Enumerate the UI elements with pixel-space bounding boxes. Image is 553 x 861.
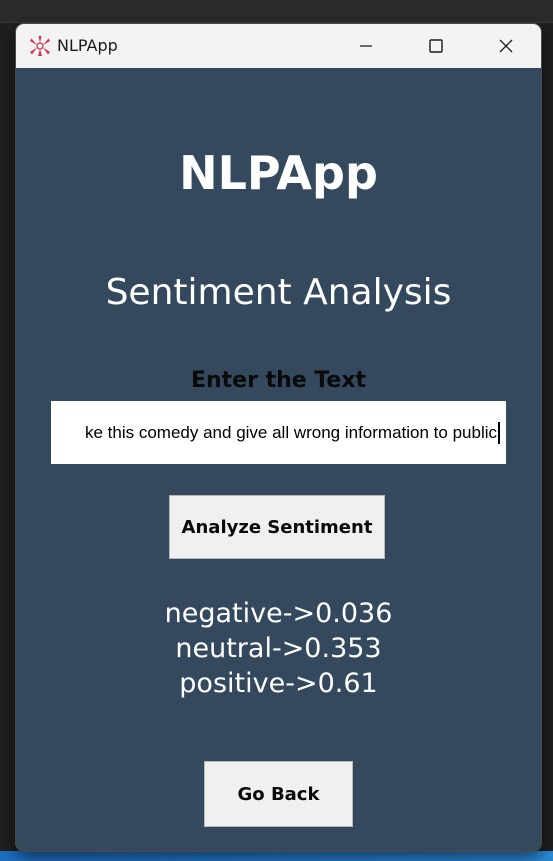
- result-negative: negative->0.036: [164, 598, 393, 629]
- main-content: NLPApp Sentiment Analysis Enter the Text…: [16, 68, 541, 851]
- input-label: Enter the Text: [190, 368, 367, 393]
- text-caret: [498, 421, 500, 444]
- window-title: NLPApp: [57, 36, 118, 55]
- text-input-value: ke this comedy and give all wrong inform…: [85, 422, 497, 442]
- close-button[interactable]: [471, 24, 541, 68]
- app-heading: NLPApp: [179, 146, 378, 200]
- background-taskbar-bottom: [0, 851, 553, 861]
- app-window: NLPApp NLPApp Sentiment Analysis Enter t…: [16, 24, 541, 851]
- title-bar[interactable]: NLPApp: [16, 24, 541, 68]
- close-icon: [499, 39, 513, 53]
- maximize-button[interactable]: [401, 24, 471, 68]
- maximize-icon: [429, 39, 443, 53]
- page-title: Sentiment Analysis: [105, 272, 452, 313]
- result-positive: positive->0.61: [179, 668, 378, 699]
- minimize-icon: [360, 45, 372, 47]
- text-input-field[interactable]: ke this comedy and give all wrong inform…: [51, 401, 506, 464]
- background-taskbar-top: [0, 0, 553, 23]
- minimize-button[interactable]: [331, 24, 401, 68]
- go-back-button[interactable]: Go Back: [204, 761, 353, 827]
- analyze-sentiment-button[interactable]: Analyze Sentiment: [169, 495, 385, 559]
- result-neutral: neutral->0.353: [175, 633, 382, 664]
- app-feather-icon: [28, 34, 52, 58]
